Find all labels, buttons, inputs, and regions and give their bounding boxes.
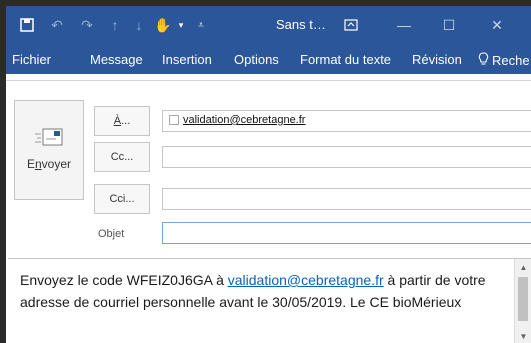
touch-mode-dropdown-icon[interactable]: ▾ bbox=[172, 16, 190, 34]
ribbon-tabs: Fichier Message Insertion Options Format… bbox=[6, 44, 531, 74]
tab-options[interactable]: Options bbox=[234, 52, 279, 67]
recipient-chip[interactable]: validation@cebretagne.fr bbox=[169, 114, 305, 126]
tab-revision[interactable]: Révision bbox=[412, 52, 462, 67]
tab-fichier[interactable]: Fichier bbox=[12, 52, 51, 67]
bcc-button[interactable]: Cci... bbox=[94, 184, 150, 214]
send-envelope-icon bbox=[35, 128, 63, 146]
message-text: Envoyez le code WFEIZ0J6GA à validation@… bbox=[20, 272, 486, 310]
touch-mode-icon[interactable]: ✋ bbox=[154, 16, 172, 34]
undo-icon[interactable]: ↶ bbox=[48, 16, 66, 34]
send-button[interactable]: Envoyer bbox=[14, 100, 84, 200]
cc-field[interactable] bbox=[162, 146, 531, 168]
recipient-checkbox bbox=[169, 115, 179, 125]
title-bar: ↶ ↷ ↑ ↓ ✋ ▾ ⩡ Sans t… — ☐ ✕ bbox=[6, 6, 531, 44]
close-icon[interactable]: ✕ bbox=[482, 12, 512, 38]
window-title: Sans t… bbox=[276, 17, 326, 32]
tell-me-search[interactable]: Reche bbox=[478, 52, 530, 69]
tab-insertion[interactable]: Insertion bbox=[162, 52, 212, 67]
scrollbar-thumb[interactable] bbox=[518, 277, 528, 321]
lightbulb-icon bbox=[478, 52, 489, 69]
body-scrollbar[interactable]: ▲ ▼ bbox=[514, 259, 531, 343]
save-icon[interactable] bbox=[18, 16, 36, 34]
customize-icon[interactable]: ⩡ bbox=[192, 16, 210, 34]
scroll-up-icon[interactable]: ▲ bbox=[515, 259, 531, 275]
minimize-icon[interactable]: — bbox=[389, 12, 419, 38]
cc-button[interactable]: Cc... bbox=[94, 142, 150, 172]
message-body[interactable]: Envoyez le code WFEIZ0J6GA à validation@… bbox=[8, 258, 531, 343]
window-frame: ↶ ↷ ↑ ↓ ✋ ▾ ⩡ Sans t… — ☐ ✕ Fichier Mess… bbox=[0, 0, 531, 343]
to-field[interactable]: validation@cebretagne.fr bbox=[162, 110, 531, 132]
tab-format-du-texte[interactable]: Format du texte bbox=[300, 52, 391, 67]
ribbon-divider bbox=[6, 80, 531, 81]
to-button[interactable]: À... bbox=[94, 106, 150, 136]
subject-field[interactable] bbox=[162, 222, 531, 244]
tab-message[interactable]: Message bbox=[90, 52, 143, 67]
subject-label: Objet bbox=[98, 228, 125, 240]
scroll-down-icon[interactable]: ▼ bbox=[515, 328, 531, 343]
restore-ribbon-icon[interactable] bbox=[342, 16, 360, 34]
up-arrow-icon[interactable]: ↑ bbox=[106, 16, 124, 34]
send-label: Envoyer bbox=[26, 157, 72, 171]
body-email-link[interactable]: validation@cebretagne.fr bbox=[228, 272, 384, 288]
compose-window: ↶ ↷ ↑ ↓ ✋ ▾ ⩡ Sans t… — ☐ ✕ Fichier Mess… bbox=[6, 6, 531, 343]
down-arrow-icon[interactable]: ↓ bbox=[130, 16, 148, 34]
recipient-address: validation@cebretagne.fr bbox=[183, 114, 306, 126]
maximize-icon[interactable]: ☐ bbox=[434, 12, 464, 38]
bcc-field[interactable] bbox=[162, 188, 531, 210]
redo-icon[interactable]: ↷ bbox=[78, 16, 96, 34]
ribbon-collapsed-area bbox=[6, 74, 531, 88]
tell-me-label: Reche bbox=[492, 53, 530, 68]
